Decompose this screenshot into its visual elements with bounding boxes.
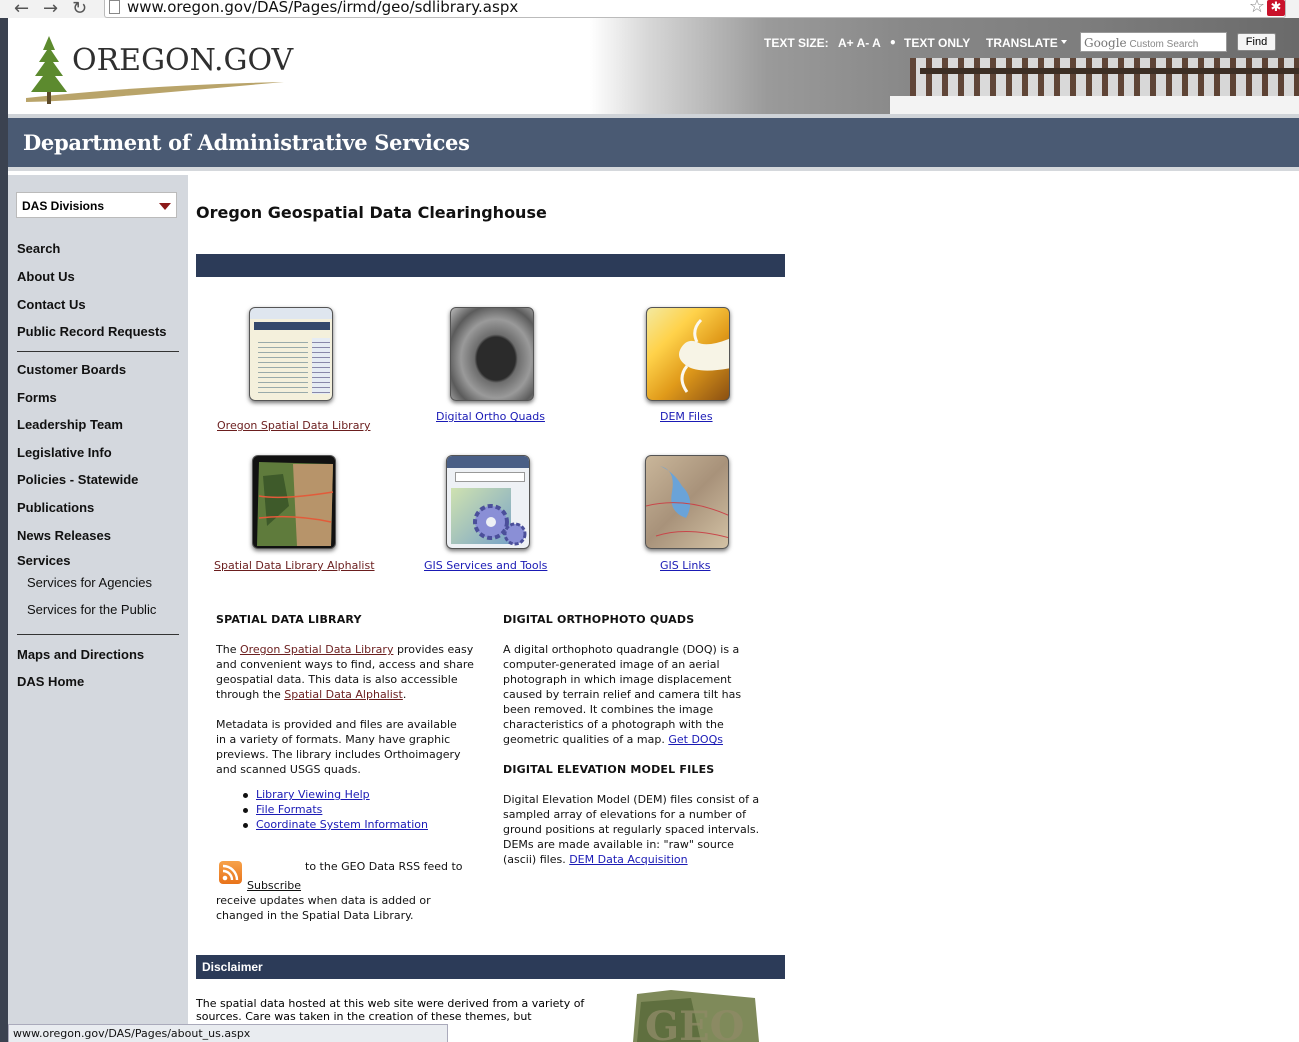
section-bar <box>196 254 785 277</box>
dropdown-arrow-icon <box>159 203 171 210</box>
sidebar-item-publications[interactable]: Publications <box>17 500 94 515</box>
department-title: Department of Administrative Services <box>23 130 470 155</box>
dem-paragraph: Digital Elevation Model (DEM) files cons… <box>503 793 760 866</box>
dropdown-label: DAS Divisions <box>22 199 105 213</box>
address-text: www.oregon.gov/DAS/Pages/irmd/geo/sdlibr… <box>127 0 519 16</box>
dem-acquisition-link[interactable]: DEM Data Acquisition <box>569 853 687 866</box>
tile-label-spatial-library[interactable]: Oregon Spatial Data Library <box>217 419 370 432</box>
desktop-strip <box>0 18 8 1042</box>
page-icon <box>109 0 120 14</box>
rss-text-pre: to the GEO Data RSS feed to <box>305 860 463 873</box>
svg-text:GEO: GEO <box>645 1003 745 1042</box>
translate-chevron-icon[interactable] <box>1061 40 1067 44</box>
site-logo[interactable]: OREGON.GOV <box>72 43 293 78</box>
sidebar-item-public-records[interactable]: Public Record Requests <box>17 324 167 339</box>
sidebar-item-forms[interactable]: Forms <box>17 390 57 405</box>
oregon-map-icon[interactable] <box>252 455 336 549</box>
disclaimer-bar: Disclaimer <box>196 955 785 979</box>
link-file-formats[interactable]: File Formats <box>242 803 322 816</box>
sidebar-item-search[interactable]: Search <box>17 241 60 256</box>
translate-link[interactable]: TRANSLATE <box>986 36 1058 50</box>
disclaimer-text: The spatial data hosted at this web site… <box>196 997 585 1023</box>
sidebar-item-news-releases[interactable]: News Releases <box>17 528 111 543</box>
doq-heading: DIGITAL ORTHOPHOTO QUADS <box>503 613 695 626</box>
sidebar-item-das-home[interactable]: DAS Home <box>17 674 84 689</box>
text-only-link[interactable]: TEXT ONLY <box>904 36 970 50</box>
text-size-controls[interactable]: A+ A- A <box>838 36 881 50</box>
doq-paragraph: A digital orthophoto quadrangle (DOQ) is… <box>503 643 742 746</box>
oregon-geo-image: GEO <box>633 990 759 1042</box>
link-coordinate-system[interactable]: Coordinate System Information <box>243 818 428 831</box>
sdl-paragraph-1: The Oregon Spatial Data Library provides… <box>216 643 474 701</box>
sidebar-divider <box>17 351 179 352</box>
topo-map-icon[interactable] <box>645 455 729 549</box>
logo-tree-icon <box>31 36 67 104</box>
forward-icon[interactable]: → <box>43 0 58 19</box>
text-size-label: TEXT SIZE: <box>764 36 829 50</box>
ortho-photo-icon[interactable] <box>450 307 534 401</box>
sidebar-item-services-public[interactable]: Services for the Public <box>27 602 156 617</box>
sidebar-item-leadership-team[interactable]: Leadership Team <box>17 417 123 432</box>
extension-icon[interactable]: ✱ <box>1267 0 1285 16</box>
search-placeholder: Custom Search <box>1129 39 1199 50</box>
bookmark-star-icon[interactable]: ☆ <box>1249 0 1265 17</box>
rss-text-post: receive updates when data is added or ch… <box>216 894 431 922</box>
sidebar-item-contact-us[interactable]: Contact Us <box>17 297 86 312</box>
sidebar-item-maps[interactable]: Maps and Directions <box>17 647 144 662</box>
rss-icon[interactable] <box>219 861 242 884</box>
sidebar-item-about-us[interactable]: About Us <box>17 269 75 284</box>
address-bar[interactable]: www.oregon.gov/DAS/Pages/irmd/geo/sdlibr… <box>104 0 1286 18</box>
sidebar-item-policies[interactable]: Policies - Statewide <box>17 472 138 487</box>
sdl-link-alphalist[interactable]: Spatial Data Alphalist <box>284 688 403 701</box>
sidebar-item-services[interactable]: Services <box>17 553 71 568</box>
search-input[interactable]: Google Custom Search <box>1080 32 1227 52</box>
dem-heading: DIGITAL ELEVATION MODEL FILES <box>503 763 715 776</box>
link-viewing-help[interactable]: Library Viewing Help <box>243 788 370 801</box>
find-button[interactable]: Find <box>1237 33 1276 51</box>
sdl-heading: SPATIAL DATA LIBRARY <box>216 613 362 626</box>
status-bar: www.oregon.gov/DAS/Pages/about_us.aspx <box>8 1024 448 1042</box>
sidebar-item-services-agencies[interactable]: Services for Agencies <box>27 575 152 590</box>
das-divisions-dropdown[interactable]: DAS Divisions <box>16 192 177 218</box>
separator-dot: • <box>889 36 897 50</box>
subscribe-link[interactable]: Subscribe <box>247 878 301 893</box>
tile-label-alphalist[interactable]: Spatial Data Library Alphalist <box>214 559 375 572</box>
sdl-link-library[interactable]: Oregon Spatial Data Library <box>240 643 393 656</box>
tile-label-dem-files[interactable]: DEM Files <box>660 410 713 423</box>
dem-map-icon[interactable] <box>646 307 730 401</box>
page-title: Oregon Geospatial Data Clearinghouse <box>196 203 547 222</box>
gears-icon[interactable] <box>446 455 530 549</box>
tile-label-gis-links[interactable]: GIS Links <box>660 559 711 572</box>
sidebar-divider <box>17 634 179 635</box>
search-brand: Google <box>1084 36 1127 50</box>
get-doqs-link[interactable]: Get DOQs <box>668 733 723 746</box>
sdl-paragraph-2: Metadata is provided and files are avail… <box>216 718 461 776</box>
back-icon[interactable]: ← <box>14 0 29 19</box>
tile-label-ortho-quads[interactable]: Digital Ortho Quads <box>436 410 545 423</box>
sidebar-item-customer-boards[interactable]: Customer Boards <box>17 362 126 377</box>
library-screenshot-icon[interactable] <box>249 307 333 401</box>
reload-icon[interactable]: ↻ <box>72 0 87 19</box>
tile-label-gis-services[interactable]: GIS Services and Tools <box>424 559 547 572</box>
sidebar-item-legislative-info[interactable]: Legislative Info <box>17 445 112 460</box>
